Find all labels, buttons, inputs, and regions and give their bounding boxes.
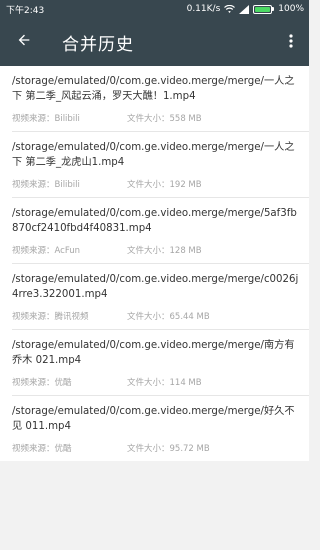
- video-source: 视频来源：AcFun: [12, 246, 81, 256]
- file-size: 文件大小：114 MB: [127, 378, 202, 388]
- more-options-button[interactable]: [279, 18, 303, 66]
- back-button[interactable]: [0, 18, 48, 66]
- list-item[interactable]: /storage/emulated/0/com.ge.video.merge/m…: [12, 330, 309, 396]
- status-time: 下午2:43: [6, 5, 45, 16]
- status-bar: 下午2:43 0.11K/s 100%: [0, 0, 309, 18]
- list-item[interactable]: /storage/emulated/0/com.ge.video.merge/m…: [12, 132, 309, 198]
- app-bar: 合并历史: [0, 18, 309, 66]
- list-item[interactable]: /storage/emulated/0/com.ge.video.merge/m…: [12, 66, 309, 132]
- more-vert-icon: [289, 33, 293, 52]
- file-size: 文件大小：192 MB: [127, 180, 202, 190]
- file-size: 文件大小：128 MB: [127, 246, 202, 256]
- video-source: 视频来源：优酷: [12, 444, 72, 454]
- battery-percent: 100%: [278, 4, 304, 14]
- file-size: 文件大小：95.72 MB: [127, 444, 210, 454]
- list-item[interactable]: /storage/emulated/0/com.ge.video.merge/m…: [12, 264, 309, 330]
- file-path: /storage/emulated/0/com.ge.video.merge/m…: [12, 208, 297, 234]
- file-path: /storage/emulated/0/com.ge.video.merge/m…: [12, 76, 295, 102]
- file-size: 文件大小：65.44 MB: [127, 312, 210, 322]
- list-item[interactable]: /storage/emulated/0/com.ge.video.merge/m…: [12, 198, 309, 264]
- file-path: /storage/emulated/0/com.ge.video.merge/m…: [12, 274, 299, 300]
- file-path: /storage/emulated/0/com.ge.video.merge/m…: [12, 340, 295, 366]
- video-source: 视频来源：腾讯视频: [12, 312, 89, 322]
- status-icons: 0.11K/s 100%: [187, 4, 304, 14]
- video-source: 视频来源：Bilibili: [12, 114, 80, 124]
- network-speed: 0.11K/s: [186, 4, 221, 14]
- video-source: 视频来源：Bilibili: [12, 180, 80, 190]
- battery-icon: [253, 4, 275, 14]
- list-item[interactable]: /storage/emulated/0/com.ge.video.merge/m…: [12, 396, 309, 462]
- merge-history-list: /storage/emulated/0/com.ge.video.merge/m…: [0, 66, 309, 461]
- file-path: /storage/emulated/0/com.ge.video.merge/m…: [12, 142, 295, 168]
- wifi-icon: [224, 4, 236, 14]
- signal-icon: [239, 4, 250, 14]
- file-size: 文件大小：558 MB: [127, 114, 202, 124]
- arrow-left-icon: [16, 32, 32, 52]
- page-title: 合并历史: [62, 34, 134, 55]
- file-path: /storage/emulated/0/com.ge.video.merge/m…: [12, 406, 295, 432]
- video-source: 视频来源：优酷: [12, 378, 72, 388]
